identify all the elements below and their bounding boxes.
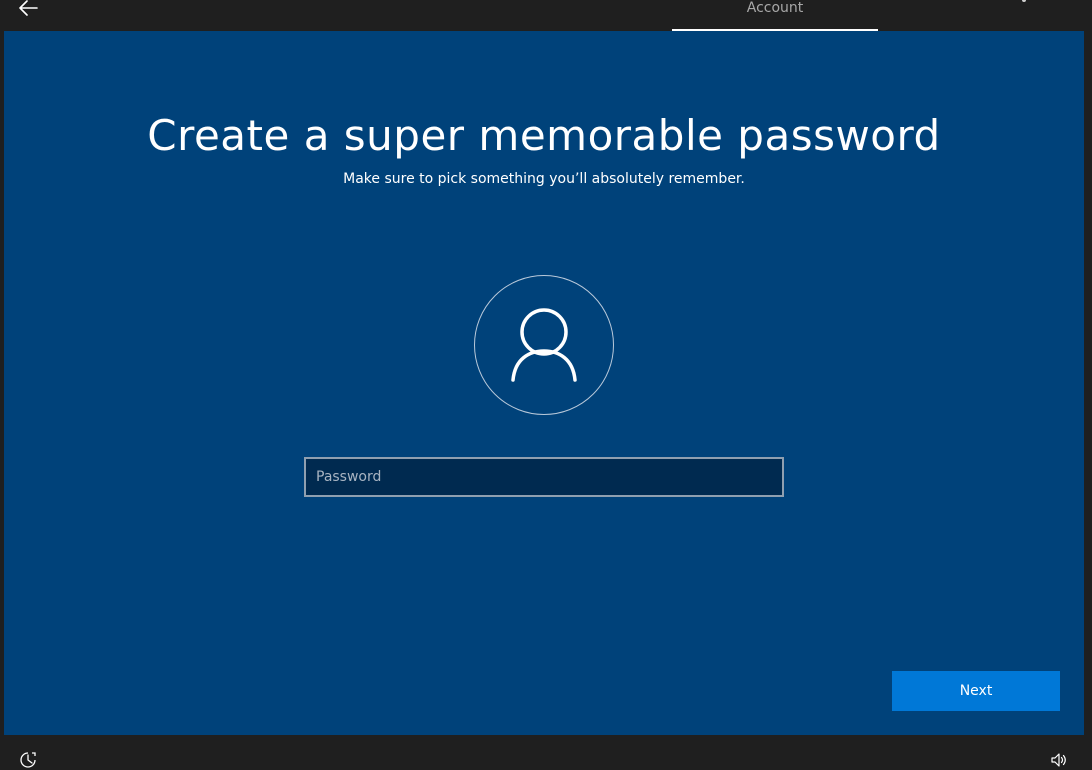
accessibility-button[interactable]: [18, 751, 38, 769]
back-button[interactable]: [12, 0, 44, 20]
status-dot: [1022, 0, 1026, 2]
bottom-bar: [0, 735, 1092, 770]
page-subtitle: Make sure to pick something you’ll absol…: [343, 171, 745, 187]
tab-account: Account: [672, 0, 878, 31]
next-button[interactable]: Next: [892, 671, 1060, 711]
page-title: Create a super memorable password: [147, 111, 941, 160]
main-panel: Create a super memorable password Make s…: [4, 31, 1084, 735]
volume-button[interactable]: [1049, 751, 1069, 769]
ease-of-access-icon: [20, 752, 36, 768]
top-bar: Account: [0, 0, 1092, 31]
avatar: [474, 275, 614, 415]
volume-icon: [1051, 753, 1066, 767]
arrow-left-icon: [19, 0, 38, 16]
password-input[interactable]: [304, 457, 784, 497]
user-icon: [511, 308, 577, 382]
tab-account-label: Account: [746, 0, 804, 16]
